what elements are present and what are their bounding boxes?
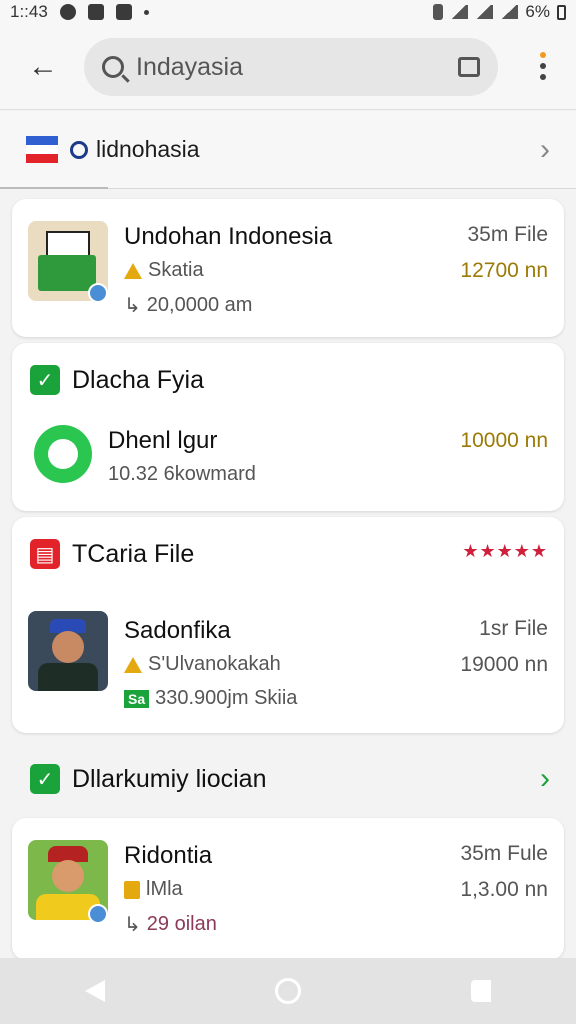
status-bar: 1::43 6%	[0, 0, 576, 24]
suit-shape	[38, 663, 98, 691]
price: 10000 nn	[460, 429, 548, 452]
back-arrow-icon[interactable]: ←	[26, 50, 60, 84]
price: 12700 nn	[460, 259, 548, 282]
file-size: 35m Fule	[460, 842, 548, 865]
verified-badge-icon	[88, 904, 108, 924]
more-options-icon[interactable]	[540, 52, 546, 80]
warning-icon	[124, 656, 142, 673]
detail-text: 29 oilan	[146, 913, 217, 935]
chevron-right-icon[interactable]: ›	[540, 762, 550, 796]
system-nav-bar	[0, 958, 576, 1024]
card-title: Dhenl lgur	[108, 427, 218, 454]
shopping-bag-icon[interactable]	[458, 57, 480, 77]
section-header: ✓ Dlacha Fyia	[30, 365, 204, 395]
notification-icon	[59, 4, 76, 20]
nav-back-icon[interactable]	[85, 980, 105, 1002]
file-size: 1sr File	[479, 617, 548, 640]
card-detail: 10.32 6kowmard	[108, 463, 256, 485]
search-input[interactable]: Indayasia	[136, 53, 458, 82]
edit-icon	[115, 4, 132, 20]
app-bar: ← Indayasia	[0, 24, 576, 110]
more-notifications-icon	[143, 9, 149, 15]
phone-bubble	[48, 439, 78, 469]
bluetooth-icon	[433, 4, 444, 20]
check-icon: ✓	[30, 365, 60, 395]
signal-icon-2	[500, 5, 519, 19]
green-card-shape	[38, 255, 96, 291]
card-detail: Sa 330.900jm Skiia	[124, 687, 297, 710]
nav-home-icon[interactable]	[275, 978, 301, 1004]
search-icon	[102, 56, 124, 78]
card-detail: ↳ 20,0000 am	[124, 293, 252, 318]
search-icon-small	[70, 140, 88, 159]
result-card[interactable]: ▤ TCaria File ★★★★★ Sadonfika S'Ulvanoka…	[12, 517, 564, 733]
card-subtitle: S'Ulvanokakah	[124, 653, 281, 676]
subtitle-text: S'Ulvanokakah	[148, 653, 281, 675]
card-detail: ↳ 29 oilan	[124, 912, 217, 937]
tab-underline	[0, 187, 108, 189]
search-bar[interactable]: Indayasia	[84, 38, 498, 96]
subtitle-text: Skatia	[148, 259, 204, 281]
download-icon: ↳	[124, 295, 141, 317]
battery-percent: 6%	[525, 2, 550, 21]
warning-icon	[124, 262, 142, 279]
app-icon: ▤	[30, 539, 60, 569]
card-title: Ridontia	[124, 842, 213, 869]
signal-icon	[475, 5, 494, 19]
section-title: Dllarkumiy liocian	[72, 764, 267, 793]
download-icon: ↳	[124, 914, 141, 936]
status-time: 1::43	[10, 2, 48, 21]
section-header: ▤ TCaria File	[30, 539, 194, 569]
check-icon: ✓	[30, 764, 60, 794]
section-title: TCaria File	[72, 539, 195, 568]
file-icon	[124, 880, 140, 899]
detail-text: 330.900jm Skiia	[155, 687, 298, 709]
section-title: Dlacha Fyia	[72, 365, 204, 394]
card-subtitle: lMla	[124, 878, 183, 901]
section-header[interactable]: ✓ Dllarkumiy liocian ›	[30, 762, 550, 796]
filter-label: lidnohasia	[96, 136, 200, 162]
wifi-icon	[450, 5, 469, 19]
green-badge: Sa	[124, 689, 150, 708]
message-icon	[87, 4, 104, 20]
filter-row[interactable]: lidnohasia ›	[0, 111, 576, 189]
price: 19000 nn	[460, 653, 548, 676]
face-shape	[52, 860, 84, 892]
card-title: Undohan Indonesia	[124, 223, 333, 250]
price: 1,3.00 nn	[460, 878, 548, 901]
nav-recents-icon[interactable]	[471, 980, 491, 1002]
star-rating: ★★★★★	[462, 541, 548, 561]
result-card[interactable]: Ridontia lMla ↳ 29 oilan 35m Fule 1,3.00…	[12, 818, 564, 960]
file-size: 35m File	[467, 223, 548, 246]
detail-text: 20,0000 am	[146, 294, 253, 316]
chevron-right-icon[interactable]: ›	[540, 133, 550, 167]
flag-icon	[26, 135, 58, 164]
result-card[interactable]: Undohan Indonesia Skatia ↳ 20,0000 am 35…	[12, 199, 564, 337]
verified-badge-icon	[88, 283, 108, 303]
profile-photo	[28, 611, 108, 691]
face-shape	[52, 631, 84, 663]
whatsapp-icon	[34, 425, 92, 483]
subtitle-text: lMla	[146, 878, 183, 900]
card-title: Sadonfika	[124, 617, 231, 644]
result-card[interactable]: ✓ Dlacha Fyia Dhenl lgur 10.32 6kowmard …	[12, 343, 564, 511]
battery-icon	[557, 4, 566, 20]
card-subtitle: Skatia	[124, 259, 204, 282]
